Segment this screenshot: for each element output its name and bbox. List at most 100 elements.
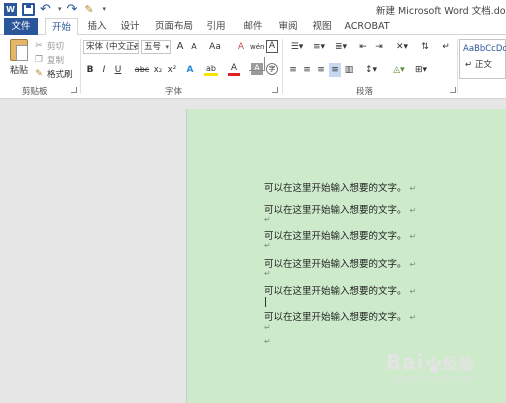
tab-mailings[interactable]: 邮件 bbox=[240, 18, 266, 35]
tab-page-layout[interactable]: 页面布局 bbox=[153, 18, 195, 35]
margin-corner-mark bbox=[249, 70, 265, 71]
increase-indent-icon[interactable]: ⇥ bbox=[372, 40, 386, 54]
copy-button[interactable]: ❐ 复制 bbox=[34, 54, 64, 66]
paste-clipboard-icon bbox=[10, 39, 28, 61]
tab-home[interactable]: 开始 bbox=[45, 18, 78, 36]
italic-button[interactable]: I bbox=[99, 63, 109, 77]
justify-icon[interactable]: ≡ bbox=[329, 63, 341, 77]
undo-dropdown-icon[interactable]: ▾ bbox=[58, 5, 62, 13]
format-painter-qat-icon[interactable]: ✎ bbox=[85, 3, 98, 16]
character-border-button[interactable]: A bbox=[266, 40, 278, 53]
paragraph-mark-icon: ↵ bbox=[264, 337, 271, 346]
format-painter-button[interactable]: ✎ 格式刷 bbox=[34, 68, 73, 80]
copy-icon: ❐ bbox=[34, 55, 44, 65]
line-text: 可以在这里开始输入想要的文字。 bbox=[264, 259, 407, 270]
text-effects-button[interactable]: A bbox=[184, 63, 196, 77]
subscript-button[interactable]: x₂ bbox=[152, 63, 164, 77]
tab-insert[interactable]: 插入 bbox=[84, 18, 110, 35]
scissors-icon: ✂ bbox=[35, 41, 43, 51]
paragraph-mark-icon: ↵ bbox=[264, 323, 271, 332]
brush-icon: ✎ bbox=[35, 69, 43, 79]
document-line[interactable]: 可以在这里开始输入想要的文字。 ↵ bbox=[264, 202, 416, 216]
title-bar: W ↶ ▾ ↷ ✎ ▾ 新建 Microsoft Word 文档.docx - bbox=[0, 0, 506, 18]
paste-button[interactable]: 粘贴 bbox=[6, 39, 32, 79]
multilevel-list-icon[interactable]: ≣▾ bbox=[331, 40, 351, 54]
ribbon-tabs: 文件 开始 插入 设计 页面布局 引用 邮件 审阅 视图 ACROBAT bbox=[0, 18, 506, 36]
enclose-characters-button[interactable]: 字 bbox=[266, 63, 278, 75]
phonetic-guide-button[interactable]: wén bbox=[250, 40, 264, 54]
clipboard-group-label: 剪贴板 bbox=[22, 87, 48, 97]
quick-access-toolbar: W ↶ ▾ ↷ ✎ ▾ bbox=[4, 2, 106, 16]
shrink-font-button[interactable]: A bbox=[188, 40, 200, 54]
bullets-icon[interactable]: ☰▾ bbox=[287, 40, 307, 54]
style-name-text: ↵ 正文 bbox=[465, 60, 492, 70]
group-divider bbox=[80, 39, 81, 94]
chevron-down-icon: ▾ bbox=[165, 43, 169, 51]
font-name-value: 宋体 (中文正文 bbox=[86, 42, 139, 52]
paragraph-mark-icon: ↵ bbox=[409, 313, 417, 322]
paragraph-mark-icon: ↵ bbox=[409, 206, 417, 215]
bold-button[interactable]: B bbox=[85, 63, 95, 77]
word-logo-icon[interactable]: W bbox=[4, 2, 17, 16]
clear-formatting-button[interactable]: A bbox=[235, 40, 247, 54]
grow-font-button[interactable]: A bbox=[174, 40, 186, 54]
cut-button[interactable]: ✂ 剪切 bbox=[34, 40, 64, 52]
paragraph-mark-icon: ↵ bbox=[409, 260, 417, 269]
font-launcher-icon[interactable] bbox=[272, 87, 278, 93]
change-case-button[interactable]: Aa bbox=[205, 40, 225, 54]
watermark-url: jingyan.baidu.com bbox=[392, 374, 476, 384]
cut-label: 剪切 bbox=[47, 42, 65, 52]
paragraph-mark-icon: ↵ bbox=[264, 269, 271, 278]
font-color-button[interactable]: A bbox=[228, 63, 240, 76]
tab-view[interactable]: 视图 bbox=[309, 18, 335, 35]
paragraph-mark-icon: ↵ bbox=[409, 184, 417, 193]
align-left-icon[interactable]: ≡ bbox=[287, 63, 299, 77]
tab-file[interactable]: 文件 bbox=[4, 18, 38, 35]
group-divider bbox=[457, 39, 458, 94]
document-line[interactable]: 可以在这里开始输入想要的文字。 ↵ bbox=[264, 180, 416, 194]
line-spacing-icon[interactable]: ↕▾ bbox=[362, 63, 380, 77]
font-name-combo[interactable]: 宋体 (中文正文 ▾ bbox=[83, 40, 139, 54]
document-line[interactable]: 可以在这里开始输入想要的文字。 ↵ bbox=[264, 256, 416, 270]
tab-design[interactable]: 设计 bbox=[117, 18, 143, 35]
underline-button[interactable]: U bbox=[113, 63, 123, 77]
clipboard-launcher-icon[interactable] bbox=[71, 87, 77, 93]
sort-icon[interactable]: ⇅ bbox=[418, 40, 432, 54]
ribbon: 粘贴 ✂ 剪切 ❐ 复制 ✎ 格式刷 剪贴板 宋体 (中文正文 ▾ 五号 ▾ A… bbox=[0, 35, 506, 99]
distributed-icon[interactable]: ▥ bbox=[343, 63, 355, 77]
decrease-indent-icon[interactable]: ⇤ bbox=[356, 40, 370, 54]
document-line[interactable]: 可以在这里开始输入想要的文字。 ↵ bbox=[264, 283, 416, 297]
paragraph-launcher-icon[interactable] bbox=[450, 87, 456, 93]
save-icon[interactable] bbox=[22, 2, 35, 16]
paragraph-mark-icon: ↵ bbox=[409, 232, 417, 241]
copy-label: 复制 bbox=[47, 56, 65, 66]
font-group-label: 字体 bbox=[165, 87, 183, 97]
superscript-button[interactable]: x² bbox=[166, 63, 178, 77]
watermark-suffix: 经验 bbox=[442, 355, 475, 373]
line-text: 可以在这里开始输入想要的文字。 bbox=[264, 205, 407, 216]
show-marks-icon[interactable]: ↵ bbox=[440, 40, 452, 54]
group-divider bbox=[282, 39, 283, 94]
borders-icon[interactable]: ⊞▾ bbox=[412, 63, 430, 77]
shading-icon[interactable]: ◬▾ bbox=[390, 63, 408, 77]
chinese-layout-icon[interactable]: ✕▾ bbox=[393, 40, 411, 54]
numbering-icon[interactable]: ≡▾ bbox=[309, 40, 329, 54]
format-painter-label: 格式刷 bbox=[47, 70, 73, 80]
document-line[interactable]: 可以在这里开始输入想要的文字。 ↵ bbox=[264, 309, 416, 323]
undo-icon[interactable]: ↶ bbox=[40, 3, 53, 16]
customize-qat-icon[interactable]: ▾ bbox=[103, 5, 107, 13]
highlight-button[interactable]: ab bbox=[204, 63, 218, 76]
align-center-icon[interactable]: ≡ bbox=[301, 63, 313, 77]
redo-icon[interactable]: ↷ bbox=[67, 3, 80, 16]
paste-label: 粘贴 bbox=[9, 66, 28, 76]
tab-acrobat[interactable]: ACROBAT bbox=[344, 18, 390, 35]
strikethrough-button[interactable]: abc bbox=[134, 63, 150, 77]
align-right-icon[interactable]: ≡ bbox=[315, 63, 327, 77]
font-size-combo[interactable]: 五号 ▾ bbox=[141, 40, 171, 54]
font-size-value: 五号 bbox=[144, 42, 162, 52]
character-shading-button[interactable]: A bbox=[251, 63, 263, 75]
tab-review[interactable]: 审阅 bbox=[275, 18, 301, 35]
document-line[interactable]: 可以在这里开始输入想要的文字。 ↵ bbox=[264, 228, 416, 242]
style-normal[interactable]: AaBbCcDd ↵ 正文 bbox=[459, 39, 506, 79]
tab-references[interactable]: 引用 bbox=[203, 18, 229, 35]
